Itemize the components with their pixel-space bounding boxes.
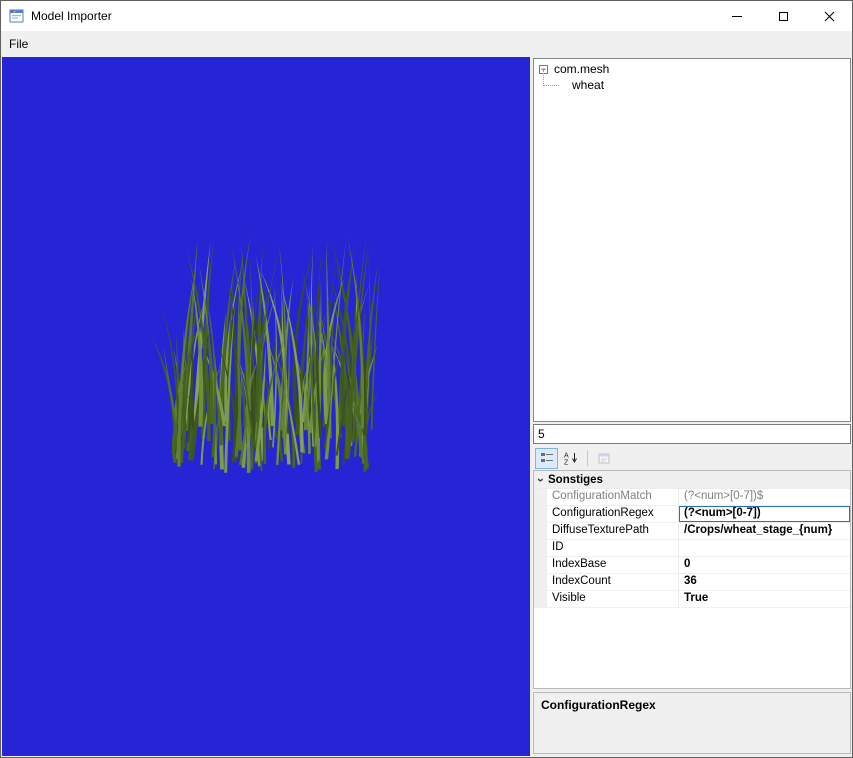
value-textbox[interactable] xyxy=(533,424,851,444)
wheat-model xyxy=(150,225,394,475)
close-button[interactable] xyxy=(806,1,852,31)
property-row: ConfigurationMatch (?<num>[0-7])$ xyxy=(534,489,850,506)
categorized-button[interactable] xyxy=(535,447,558,469)
property-row: IndexCount 36 xyxy=(534,574,850,591)
property-name[interactable]: Visible xyxy=(547,591,679,607)
titlebar: Model Importer xyxy=(1,1,852,31)
property-value[interactable]: (?<num>[0-7])$ xyxy=(679,489,850,505)
maximize-button[interactable] xyxy=(760,1,806,31)
property-grid: A Z › Sonstiges ConfigurationMatch (?<nu… xyxy=(533,446,851,754)
main-content: − com.mesh wheat 5 A Z › Sonstiges Confi… xyxy=(2,57,851,756)
menubar: File xyxy=(1,31,852,57)
viewport[interactable] xyxy=(2,57,530,756)
mesh-tree: − com.mesh wheat xyxy=(533,58,851,422)
alphabetical-button[interactable]: A Z xyxy=(559,448,582,469)
property-value[interactable]: 36 xyxy=(679,574,850,590)
property-name[interactable]: ConfigurationMatch xyxy=(547,489,679,505)
property-value[interactable]: (?<num>[0-7]) xyxy=(679,506,850,522)
property-row: ConfigurationRegex (?<num>[0-7]) xyxy=(534,506,850,523)
property-value[interactable]: True xyxy=(679,591,850,607)
property-value[interactable]: /Crops/wheat_stage_{num} xyxy=(679,523,850,539)
category-row[interactable]: › Sonstiges xyxy=(534,471,850,489)
tree-node-wheat[interactable]: wheat xyxy=(534,70,850,93)
property-row: IndexBase 0 xyxy=(534,557,850,574)
chevron-down-icon: › xyxy=(534,477,548,482)
property-name[interactable]: DiffuseTexturePath xyxy=(547,523,679,539)
property-name[interactable]: ConfigurationRegex xyxy=(547,506,679,522)
property-name[interactable]: ID xyxy=(547,540,679,556)
window-title: Model Importer xyxy=(31,9,112,23)
categorized-icon xyxy=(540,453,553,462)
right-panel: − com.mesh wheat 5 A Z › Sonstiges Confi… xyxy=(533,57,851,756)
propgrid-toolbar: A Z xyxy=(533,446,851,470)
toolbar-separator xyxy=(587,450,588,466)
property-value[interactable]: 0 xyxy=(679,557,850,573)
property-name[interactable]: IndexCount xyxy=(547,574,679,590)
property-row: ID xyxy=(534,540,850,557)
close-icon xyxy=(824,11,834,21)
description-pane: ConfigurationRegex xyxy=(533,692,851,754)
alphabetical-sort-icon: A Z xyxy=(564,453,577,466)
tree-node-label: wheat xyxy=(572,78,605,92)
property-pages-button xyxy=(592,448,615,469)
property-row: DiffuseTexturePath /Crops/wheat_stage_{n… xyxy=(534,523,850,540)
app-window: Model Importer File − com.mesh wheat 5 A… xyxy=(0,0,853,758)
svg-text:Z: Z xyxy=(564,460,569,466)
maximize-icon xyxy=(778,11,788,21)
property-row: Visible True xyxy=(534,591,850,608)
property-value[interactable] xyxy=(679,540,850,556)
description-title: ConfigurationRegex xyxy=(541,698,656,712)
minimize-icon xyxy=(732,15,742,17)
tree-node-root[interactable]: − com.mesh xyxy=(534,61,850,77)
property-grid-body: › Sonstiges ConfigurationMatch (?<num>[0… xyxy=(533,470,851,689)
minimize-button[interactable] xyxy=(714,1,760,31)
svg-text:A: A xyxy=(564,453,569,460)
category-label: Sonstiges xyxy=(548,473,603,486)
property-name[interactable]: IndexBase xyxy=(547,557,679,573)
property-pages-icon xyxy=(598,453,609,464)
tree-node-label: com.mesh xyxy=(554,62,610,76)
menu-file[interactable]: File xyxy=(1,31,36,57)
app-icon[interactable] xyxy=(9,8,25,24)
